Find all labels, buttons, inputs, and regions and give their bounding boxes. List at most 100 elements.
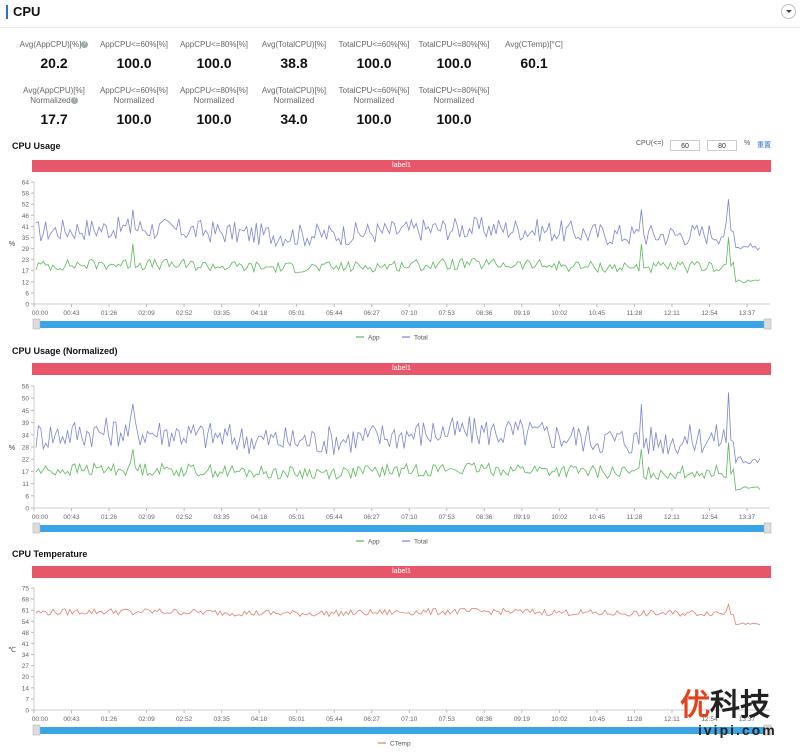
x-tick-label: 05:44 <box>326 310 343 317</box>
stat-label-text: AppCPU<=80%[%] <box>179 40 249 49</box>
label-banner: label1 <box>32 363 771 375</box>
x-tick-label: 12:54 <box>701 514 718 521</box>
x-tick-label: 05:01 <box>289 716 306 723</box>
stat-value: 17.7 <box>40 111 68 127</box>
x-tick-label: 04:18 <box>251 310 268 317</box>
series-line-ctemp <box>35 602 761 626</box>
threshold-60-input[interactable]: 60 <box>670 140 700 151</box>
zoom-slider-track[interactable] <box>34 321 768 328</box>
series-line-total <box>35 392 761 465</box>
y-tick-label: 14 <box>22 685 30 692</box>
chart-title-cpu-usage: CPU Usage <box>12 141 61 151</box>
zoom-slider-track[interactable] <box>34 727 768 734</box>
y-tick-label: 12 <box>22 279 30 286</box>
x-tick-label: 07:10 <box>401 716 418 723</box>
x-tick-label: 06:27 <box>364 310 381 317</box>
legend-label-app[interactable]: App <box>368 335 380 342</box>
stat-label-text: Avg(CTemp)[°C] <box>505 40 563 49</box>
y-tick-label: 41 <box>22 641 30 648</box>
stat-value: 34.0 <box>280 111 308 127</box>
y-tick-label: 54 <box>22 619 30 626</box>
stat-label-text: Avg(TotalCPU)[%] <box>261 40 327 49</box>
stat-label: TotalCPU<=60%[%] Normalized <box>334 86 414 106</box>
stat-sublabel: Normalized <box>353 96 395 105</box>
x-tick-label: 10:45 <box>589 514 606 521</box>
stat-card: Avg(TotalCPU)[%] 38.8 <box>254 40 334 71</box>
stat-sublabel: Normalized <box>433 96 475 105</box>
x-tick-label: 09:19 <box>514 310 531 317</box>
threshold-label: CPU(<=) <box>636 140 664 147</box>
zoom-slider-handle-right[interactable] <box>763 522 772 534</box>
zoom-slider-handle-left[interactable] <box>32 318 41 330</box>
stat-value: 100.0 <box>196 55 232 71</box>
stat-card: AppCPU<=60%[%] 100.0 <box>94 40 174 71</box>
stat-label: Avg(TotalCPU)[%] Normalized <box>254 86 334 106</box>
legend-label-total[interactable]: Total <box>414 335 428 342</box>
stat-sublabel: Normalized <box>193 96 235 105</box>
x-tick-label: 02:09 <box>138 514 155 521</box>
stat-sublabel: Normalized <box>30 96 71 105</box>
stat-card: Avg(AppCPU)[%] Normalized? 17.7 <box>14 86 94 127</box>
x-tick-label: 00:00 <box>32 514 49 521</box>
x-tick-label: 07:10 <box>401 514 418 521</box>
stat-label: Avg(AppCPU)[%] Normalized? <box>14 86 94 106</box>
stat-label: AppCPU<=80%[%] Normalized <box>174 86 254 106</box>
stat-label: TotalCPU<=60%[%] <box>334 40 414 50</box>
y-tick-label: 6 <box>25 493 29 500</box>
y-tick-label: 17 <box>22 469 30 476</box>
x-tick-label: 12:54 <box>701 310 718 317</box>
help-icon[interactable]: ? <box>81 41 89 49</box>
x-tick-label: 10:02 <box>551 716 568 723</box>
series-line-app <box>35 237 761 284</box>
y-tick-label: 29 <box>22 246 30 253</box>
x-tick-label: 12:11 <box>664 310 680 317</box>
header-accent-bar <box>6 5 8 19</box>
stat-label: Avg(AppCPU)[%]? <box>14 40 94 50</box>
y-tick-label: 27 <box>22 663 30 670</box>
x-tick-label: 05:01 <box>289 310 306 317</box>
zoom-slider-handle-right[interactable] <box>763 318 772 330</box>
y-tick-label: 28 <box>22 445 30 452</box>
x-tick-label: 02:09 <box>138 716 155 723</box>
y-tick-label: 0 <box>25 302 29 309</box>
zoom-slider-track[interactable] <box>34 525 768 532</box>
x-tick-label: 01:26 <box>101 310 118 317</box>
stat-card: TotalCPU<=60%[%] 100.0 <box>334 40 414 71</box>
x-tick-label: 05:44 <box>326 716 343 723</box>
y-tick-label: 50 <box>22 396 30 403</box>
zoom-slider-handle-left[interactable] <box>32 522 41 534</box>
y-tick-label: 46 <box>22 213 30 220</box>
x-tick-label: 05:44 <box>326 514 343 521</box>
watermark: 优科技 ivipi.com <box>680 690 777 739</box>
x-tick-label: 11:28 <box>627 514 643 521</box>
y-tick-label: 39 <box>22 420 30 427</box>
stat-value: 100.0 <box>356 55 392 71</box>
legend-label-total[interactable]: Total <box>414 539 428 546</box>
reset-link[interactable]: 重置 <box>757 140 771 150</box>
zoom-slider-handle-left[interactable] <box>32 724 41 736</box>
x-tick-label: 02:52 <box>176 514 193 521</box>
y-tick-label: 64 <box>22 180 30 187</box>
stat-label: Avg(CTemp)[°C] <box>494 40 574 50</box>
y-tick-label: 56 <box>22 384 30 391</box>
chevron-down-circle-icon[interactable] <box>781 4 796 19</box>
help-icon[interactable]: ? <box>70 97 78 105</box>
stat-value: 20.2 <box>40 55 68 71</box>
threshold-80-input[interactable]: 80 <box>707 140 737 151</box>
x-tick-label: 03:35 <box>213 716 230 723</box>
x-tick-label: 11:28 <box>627 716 643 723</box>
y-tick-label: 6 <box>25 290 29 297</box>
y-axis-label: % <box>9 241 15 248</box>
x-tick-label: 08:36 <box>476 514 493 521</box>
x-tick-label: 03:35 <box>213 514 230 521</box>
stat-value: 100.0 <box>116 55 152 71</box>
y-tick-label: 17 <box>22 268 30 275</box>
legend-label-app[interactable]: App <box>368 539 380 546</box>
x-tick-label: 00:43 <box>63 716 80 723</box>
stat-card: Avg(AppCPU)[%]? 20.2 <box>14 40 94 71</box>
stat-card: TotalCPU<=80%[%] Normalized 100.0 <box>414 86 494 127</box>
legend-label-ctemp[interactable]: CTemp <box>390 741 411 748</box>
stat-card: Avg(TotalCPU)[%] Normalized 34.0 <box>254 86 334 127</box>
section-header: CPU <box>0 0 800 28</box>
x-tick-label: 09:19 <box>514 716 531 723</box>
